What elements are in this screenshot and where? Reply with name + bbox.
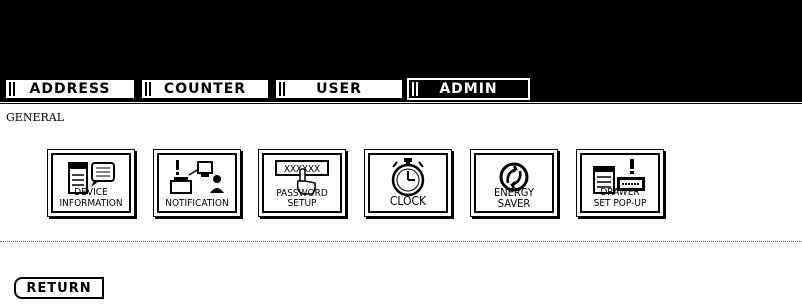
top-black-area [0, 0, 802, 78]
button-frame: ENERGY SAVER [474, 153, 554, 213]
button-frame: DEVICE INFORMATION [51, 153, 131, 213]
header-divider [0, 103, 802, 104]
tab-address[interactable]: ADDRESS [4, 78, 136, 100]
clock-button[interactable]: CLOCK [364, 149, 452, 217]
clock-label: CLOCK [389, 194, 427, 208]
button-frame: XXXXXX PASSWORD SETUP [262, 153, 342, 213]
notification-label: NOTIFICATION [165, 198, 229, 209]
tab-counter[interactable]: COUNTER [140, 78, 270, 100]
device-information-button[interactable]: DEVICE INFORMATION [47, 149, 135, 217]
return-label: RETURN [26, 280, 92, 296]
drawer-set-popup-label: DRAWER SET POP-UP [593, 187, 647, 209]
tab-counter-label: COUNTER [163, 81, 247, 97]
drawer-set-popup-button[interactable]: DRAWER SET POP-UP [576, 149, 664, 217]
button-frame: NOTIFICATION [157, 153, 237, 213]
tab-address-label: ADDRESS [29, 81, 111, 97]
password-setup-button[interactable]: XXXXXX PASSWORD SETUP [258, 149, 346, 217]
notification-button[interactable]: NOTIFICATION [153, 149, 241, 217]
stopwatch-icon [391, 158, 425, 197]
tab-user[interactable]: USER [274, 78, 404, 100]
footer-divider [0, 241, 802, 242]
return-button[interactable]: RETURN [14, 277, 104, 299]
password-setup-label: PASSWORD SETUP [276, 188, 328, 209]
button-frame: CLOCK [368, 153, 448, 213]
tab-user-label: USER [316, 81, 362, 97]
tab-admin-label: ADMIN [439, 81, 498, 97]
energy-saver-label: ENERGY SAVER [493, 186, 535, 210]
tab-admin[interactable]: ADMIN [407, 78, 530, 100]
device-information-label: DEVICE INFORMATION [59, 187, 123, 209]
energy-saver-button[interactable]: ENERGY SAVER [470, 149, 558, 217]
button-frame: DRAWER SET POP-UP [580, 153, 660, 213]
notification-icon [170, 160, 224, 194]
section-title: GENERAL [6, 111, 65, 124]
